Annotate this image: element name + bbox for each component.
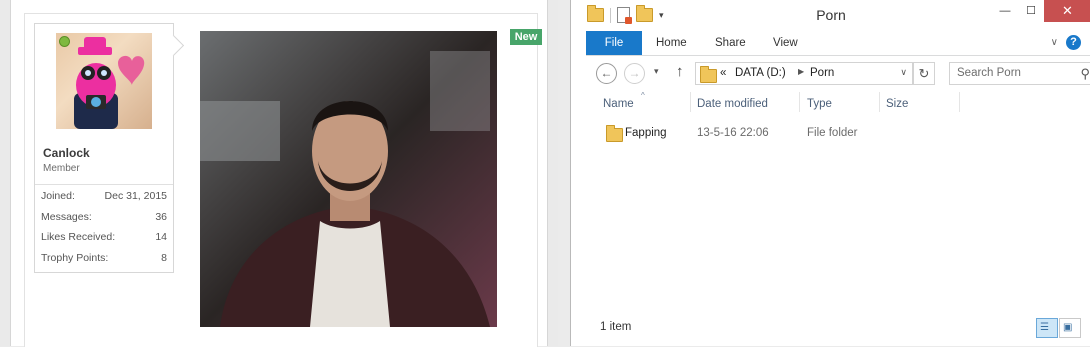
column-name[interactable]: ^ Name — [603, 90, 645, 114]
chevron-down-icon[interactable]: ∨ — [900, 67, 907, 78]
search-placeholder: Search Porn — [957, 67, 1021, 79]
user-info-card: Canlock Member Joined: Dec 31, 2015 Mess… — [34, 23, 185, 273]
sort-ascending-icon: ^ — [641, 91, 645, 100]
details-view-button[interactable]: ☰ — [1036, 318, 1058, 338]
stat-likes: Likes Received: 14 — [35, 226, 173, 247]
file-row[interactable]: Fapping 13-5-16 22:06 File folder — [586, 122, 1076, 144]
column-divider[interactable] — [690, 92, 691, 112]
column-date-modified[interactable]: Date modified — [697, 90, 768, 114]
search-icon[interactable]: ⚲ — [1080, 66, 1090, 82]
details-view-icon: ☰ — [1040, 322, 1049, 333]
user-avatar[interactable] — [56, 33, 152, 129]
column-divider[interactable] — [799, 92, 800, 112]
photo-image — [200, 31, 497, 327]
forward-button[interactable]: → — [624, 63, 645, 84]
close-button[interactable]: ✕ — [1044, 0, 1090, 22]
file-date: 13-5-16 22:06 — [697, 127, 769, 139]
window-controls: — ☐ ✕ — [992, 0, 1090, 22]
stat-label: Joined: — [41, 190, 75, 202]
tab-share[interactable]: Share — [715, 31, 746, 55]
tab-file[interactable]: File — [586, 31, 642, 55]
folder-icon — [606, 125, 623, 142]
column-label: Name — [603, 98, 634, 110]
file-type: File folder — [807, 127, 858, 139]
maximize-button[interactable]: ☐ — [1018, 0, 1044, 22]
column-divider[interactable] — [879, 92, 880, 112]
tab-home[interactable]: Home — [656, 31, 687, 55]
file-explorer-window: ▾ Porn — ☐ ✕ File Home Share View ∨ ? ← … — [570, 0, 1090, 346]
up-arrow-icon[interactable]: ↑ — [676, 63, 684, 80]
status-bar: 1 item ☰ ▣ — [586, 318, 1090, 340]
column-headers: ^ Name Date modified Type Size — [586, 90, 1076, 114]
stat-label: Trophy Points: — [41, 251, 109, 264]
stat-trophy: Trophy Points: 8 — [35, 247, 173, 268]
online-status-dot — [59, 36, 70, 47]
file-name[interactable]: Fapping — [625, 127, 667, 139]
breadcrumb-overflow[interactable]: « — [720, 67, 726, 79]
breadcrumb-data-drive[interactable]: DATA (D:) — [735, 67, 786, 79]
stat-joined: Joined: Dec 31, 2015 — [35, 185, 173, 206]
large-icons-view-button[interactable]: ▣ — [1059, 318, 1081, 338]
recent-locations-icon[interactable]: ▾ — [654, 66, 659, 77]
address-bar[interactable]: « DATA (D:) ▶ Porn ∨ — [695, 62, 913, 85]
folder-icon — [700, 66, 717, 83]
back-button[interactable]: ← — [596, 63, 617, 84]
title-bar[interactable]: ▾ Porn — ☐ ✕ — [571, 0, 1090, 31]
stat-value[interactable]: 8 — [161, 252, 167, 264]
column-divider[interactable] — [959, 92, 960, 112]
breadcrumb-current[interactable]: Porn — [810, 67, 834, 79]
stat-label: Likes Received: — [41, 231, 116, 243]
help-icon[interactable]: ? — [1066, 35, 1081, 50]
stat-value[interactable]: 36 — [155, 211, 167, 223]
ribbon-tabs: File Home Share View ∨ ? — [586, 31, 1090, 56]
chevron-down-icon[interactable]: ∨ — [1051, 37, 1058, 48]
stat-label: Messages: — [41, 210, 92, 223]
user-stats: Joined: Dec 31, 2015 Messages: 36 Likes … — [35, 184, 173, 267]
minimize-button[interactable]: — — [992, 0, 1018, 22]
column-type[interactable]: Type — [807, 90, 832, 114]
item-count: 1 item — [600, 321, 632, 333]
forum-post-panel: Canlock Member Joined: Dec 31, 2015 Mess… — [0, 0, 558, 347]
large-icons-view-icon: ▣ — [1063, 322, 1073, 333]
tab-view[interactable]: View — [773, 31, 798, 55]
user-title: Member — [43, 163, 80, 174]
stat-messages: Messages: 36 — [35, 206, 173, 227]
search-input[interactable]: Search Porn ⚲ — [949, 62, 1090, 85]
ribbon-controls: ∨ ? — [1051, 35, 1081, 50]
chevron-right-icon[interactable]: ▶ — [798, 67, 804, 76]
column-size[interactable]: Size — [886, 90, 908, 114]
refresh-button[interactable]: ↻ — [913, 62, 935, 85]
navigation-bar: ← → ▾ ↑ « DATA (D:) ▶ Porn ∨ ↻ Search Po… — [586, 58, 1090, 88]
post-photo[interactable] — [200, 31, 497, 327]
stat-value: 14 — [155, 231, 167, 243]
avatar-illustration — [74, 37, 145, 129]
stat-value: Dec 31, 2015 — [104, 190, 167, 202]
new-badge: New — [510, 29, 542, 45]
username[interactable]: Canlock — [43, 146, 90, 160]
